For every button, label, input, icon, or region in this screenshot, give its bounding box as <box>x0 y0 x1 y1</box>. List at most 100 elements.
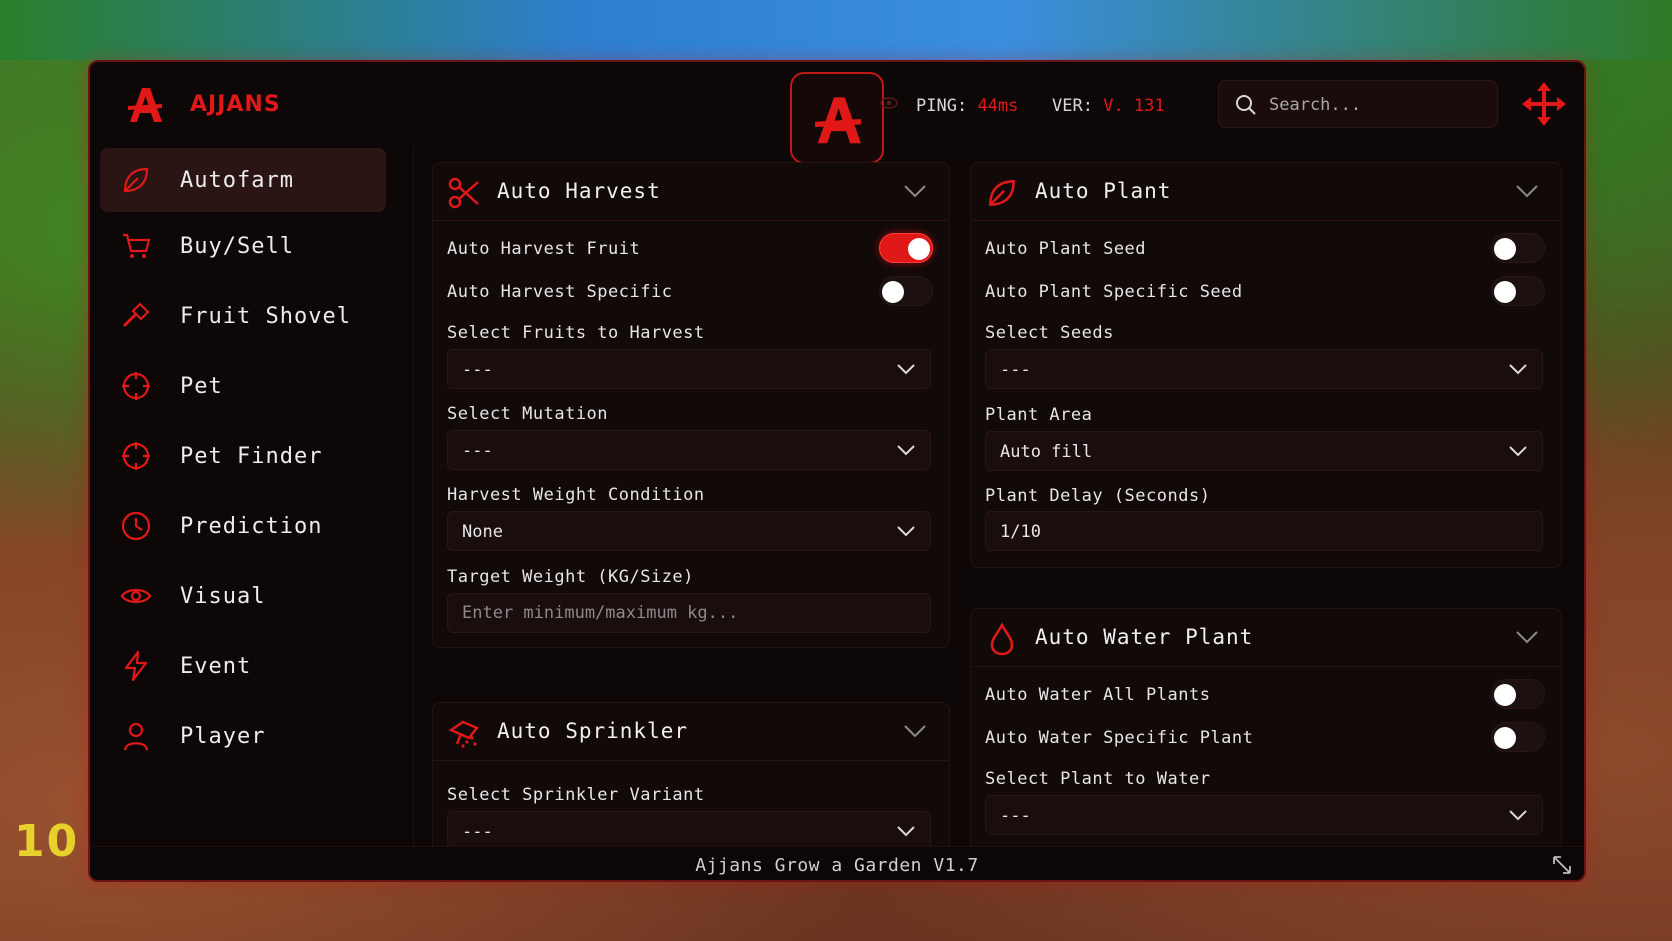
sprinkler-icon <box>448 720 480 748</box>
weight-condition-label: Harvest Weight Condition <box>447 485 705 505</box>
harvest-specific-label: Auto Harvest Specific <box>447 282 673 302</box>
water-all-label: Auto Water All Plants <box>985 685 1211 705</box>
sidebar-item-prediction[interactable]: Prediction <box>100 494 386 558</box>
harvest-specific-toggle[interactable] <box>879 276 933 306</box>
panel-title: Auto Plant <box>1035 179 1172 203</box>
sidebar: Autofarm Buy/Sell Fruit Shovel Pet Pet F… <box>90 146 414 846</box>
panel-title: Auto Sprinkler <box>497 719 689 743</box>
sidebar-item-pet[interactable]: Pet <box>100 354 386 418</box>
plant-area-dropdown[interactable]: Auto fill <box>985 431 1543 471</box>
water-select-label: Select Plant to Water <box>985 769 1211 789</box>
sidebar-item-pet-finder[interactable]: Pet Finder <box>100 424 386 488</box>
version-value: V. 131 <box>1103 96 1165 116</box>
sidebar-item-buy-sell[interactable]: Buy/Sell <box>100 214 386 278</box>
script-hub-window: AJJANS PING: 44ms VER: V. 131 Search... … <box>88 60 1586 882</box>
toggle-knob <box>1494 238 1516 260</box>
search-input[interactable] <box>1269 89 1479 121</box>
sprinkler-variant-label: Select Sprinkler Variant <box>447 785 705 805</box>
mutation-dropdown[interactable]: --- <box>447 430 931 470</box>
water-all-toggle[interactable] <box>1491 679 1545 709</box>
chevron-down-icon <box>1509 446 1527 457</box>
dropdown-value: --- <box>462 441 493 461</box>
mutation-select-label: Select Mutation <box>447 404 609 424</box>
toggle-knob <box>1494 727 1516 749</box>
panel-header[interactable]: Auto Water Plant <box>971 609 1561 667</box>
seeds-dropdown[interactable]: --- <box>985 349 1543 389</box>
target-weight-label: Target Weight (KG/Size) <box>447 567 694 587</box>
clock-icon <box>121 511 151 541</box>
ping-value: 44ms <box>977 96 1019 116</box>
plant-seed-toggle[interactable] <box>1491 233 1545 263</box>
water-plant-dropdown[interactable]: --- <box>985 795 1543 835</box>
scissors-icon <box>448 177 479 209</box>
sidebar-item-fruit-shovel[interactable]: Fruit Shovel <box>100 284 386 348</box>
user-icon <box>123 722 149 751</box>
chevron-down-icon[interactable] <box>1515 629 1539 645</box>
plant-delay-label: Plant Delay (Seconds) <box>985 486 1211 506</box>
sidebar-item-label: Buy/Sell <box>180 233 294 259</box>
sidebar-item-player[interactable]: Player <box>100 704 386 768</box>
chevron-down-icon <box>897 526 915 537</box>
chevron-down-icon[interactable] <box>903 723 927 739</box>
game-background-sky <box>0 0 1672 60</box>
water-specific-toggle[interactable] <box>1491 722 1545 752</box>
chevron-down-icon <box>897 364 915 375</box>
panel-title: Auto Water Plant <box>1035 625 1254 649</box>
sidebar-item-label: Player <box>180 723 266 749</box>
input-value: 1/10 <box>1000 522 1041 542</box>
plant-delay-input[interactable]: 1/10 <box>985 511 1543 551</box>
water-drop-icon <box>990 622 1014 656</box>
search-box[interactable] <box>1218 80 1498 128</box>
auto-sprinkler-panel: Auto Sprinkler Select Sprinkler Variant … <box>432 702 950 862</box>
dropdown-value: --- <box>1000 360 1031 380</box>
sidebar-item-label: Pet <box>180 373 223 399</box>
toggle-knob <box>882 281 904 303</box>
panel-header[interactable]: Auto Sprinkler <box>433 703 949 761</box>
toggle-knob <box>1494 281 1516 303</box>
weight-condition-dropdown[interactable]: None <box>447 511 931 551</box>
target-weight-input[interactable] <box>447 593 931 633</box>
a-logo-icon <box>815 97 861 144</box>
plant-specific-toggle[interactable] <box>1491 276 1545 306</box>
sidebar-item-label: Autofarm <box>180 167 294 193</box>
dropdown-value: --- <box>462 360 493 380</box>
sidebar-item-event[interactable]: Event <box>100 634 386 698</box>
auto-water-panel: Auto Water Plant Auto Water All Plants A… <box>970 608 1562 868</box>
lightning-icon <box>124 650 148 682</box>
chevron-down-icon <box>897 826 915 837</box>
sprinkler-variant-dropdown[interactable]: --- <box>447 811 931 851</box>
footer-title: Ajjans Grow a Garden V1.7 <box>695 855 979 876</box>
sidebar-item-label: Visual <box>180 583 266 609</box>
auto-harvest-panel: Auto Harvest Auto Harvest Fruit Auto Har… <box>432 162 950 648</box>
move-icon[interactable] <box>1520 80 1568 128</box>
version-indicator: VER: V. 131 <box>1052 96 1165 116</box>
sidebar-item-visual[interactable]: Visual <box>100 564 386 628</box>
footer-bar: Ajjans Grow a Garden V1.7 <box>90 846 1584 880</box>
dropdown-value: --- <box>1000 806 1031 826</box>
harvest-fruit-toggle[interactable] <box>879 233 933 263</box>
top-bar[interactable]: AJJANS PING: 44ms VER: V. 131 <box>90 62 1584 164</box>
sidebar-item-label: Event <box>180 653 252 679</box>
resize-icon[interactable] <box>1552 855 1572 875</box>
toggle-knob <box>1494 684 1516 706</box>
ping-indicator: PING: 44ms <box>916 96 1018 116</box>
crosshair-icon <box>122 442 150 470</box>
sidebar-item-autofarm[interactable]: Autofarm <box>100 148 386 212</box>
chevron-down-icon[interactable] <box>1515 183 1539 199</box>
dropdown-value: Auto fill <box>1000 442 1093 462</box>
plant-seed-label: Auto Plant Seed <box>985 239 1147 259</box>
search-icon <box>1236 95 1256 115</box>
sidebar-item-label: Prediction <box>180 513 323 539</box>
dropdown-value: None <box>462 522 503 542</box>
panel-header[interactable]: Auto Harvest <box>433 163 949 221</box>
chevron-down-icon[interactable] <box>903 183 927 199</box>
seeds-select-label: Select Seeds <box>985 323 1114 343</box>
chevron-down-icon <box>1509 810 1527 821</box>
toggle-knob <box>908 238 930 260</box>
chevron-down-icon <box>1509 364 1527 375</box>
leaf-icon <box>989 180 1015 206</box>
sidebar-item-label: Pet Finder <box>180 443 323 469</box>
ping-label: PING: <box>916 96 968 116</box>
panel-header[interactable]: Auto Plant <box>971 163 1561 221</box>
fruits-dropdown[interactable]: --- <box>447 349 931 389</box>
